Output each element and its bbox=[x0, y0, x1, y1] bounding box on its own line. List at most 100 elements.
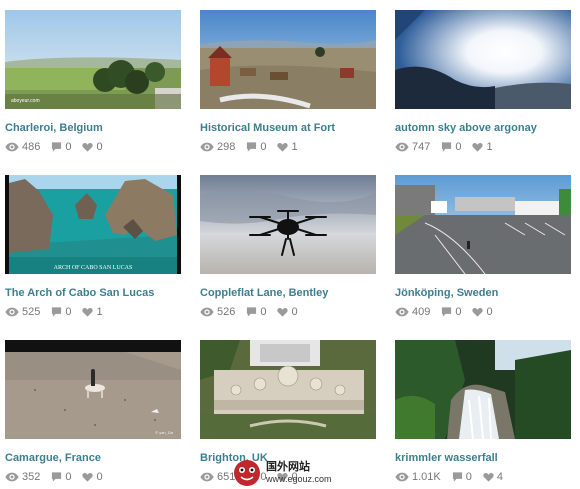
brighton-pavilion-image bbox=[200, 340, 376, 439]
comment-icon bbox=[51, 141, 62, 153]
views-stat: 486 bbox=[5, 141, 40, 153]
video-stats: 352 0 0 bbox=[5, 470, 181, 484]
likes-stat: 0 bbox=[472, 306, 493, 318]
video-thumbnail[interactable] bbox=[395, 340, 571, 439]
eye-icon bbox=[5, 471, 19, 483]
video-title[interactable]: Camargue, France bbox=[5, 451, 181, 465]
video-card: krimmler wasserfall 1.01K 0 4 bbox=[395, 340, 571, 484]
heart-icon bbox=[82, 306, 93, 318]
video-card: Jönköping, Sweden 409 0 0 bbox=[395, 175, 571, 319]
video-stats: 409 0 0 bbox=[395, 305, 571, 319]
likes-stat: 0 bbox=[82, 141, 103, 153]
heart-icon bbox=[483, 471, 494, 483]
cabo-arch-image: ARCH OF CABO SAN LUCAS bbox=[5, 175, 181, 274]
video-title[interactable]: automn sky above argonay bbox=[395, 121, 571, 135]
views-count: 1.01K bbox=[412, 471, 441, 483]
views-count: 747 bbox=[412, 141, 431, 153]
video-card: Historical Museum at Fort 298 0 1 bbox=[200, 10, 376, 154]
video-title[interactable]: Historical Museum at Fort bbox=[200, 121, 376, 135]
video-title[interactable]: The Arch of Cabo San Lucas bbox=[5, 286, 181, 300]
likes-count: 0 bbox=[96, 141, 103, 153]
thumbnail-overlay-text: ARCH OF CABO SAN LUCAS bbox=[54, 265, 133, 271]
likes-count: 0 bbox=[96, 471, 103, 483]
eye-icon bbox=[5, 306, 19, 318]
heart-icon bbox=[472, 141, 483, 153]
video-title[interactable]: Charleroi, Belgium bbox=[5, 121, 181, 135]
thumbnail-overlay-text: aboyeur.com bbox=[11, 98, 40, 104]
heart-icon bbox=[82, 141, 93, 153]
comments-count: 0 bbox=[465, 471, 472, 483]
video-card: © yan_Da Camargue, France 352 0 0 bbox=[5, 340, 181, 484]
video-thumbnail[interactable] bbox=[395, 10, 571, 109]
video-thumbnail[interactable] bbox=[200, 175, 376, 274]
comments-count: 0 bbox=[260, 141, 267, 153]
comments-count: 0 bbox=[455, 141, 462, 153]
views-stat: 409 bbox=[395, 306, 430, 318]
likes-stat: 1 bbox=[277, 141, 298, 153]
comment-icon bbox=[246, 306, 257, 318]
likes-stat: 1 bbox=[82, 306, 103, 318]
video-title[interactable]: Coppleflat Lane, Bentley bbox=[200, 286, 376, 300]
likes-stat: 4 bbox=[483, 471, 503, 483]
video-card: automn sky above argonay 747 0 1 bbox=[395, 10, 571, 154]
drone-image bbox=[200, 175, 376, 274]
video-stats: 1.01K 0 4 bbox=[395, 470, 571, 484]
video-card: aboyeur.com Charleroi, Belgium 486 0 0 bbox=[5, 10, 181, 154]
comments-count: 0 bbox=[455, 306, 462, 318]
views-stat: 352 bbox=[5, 471, 40, 483]
views-count: 486 bbox=[22, 141, 41, 153]
eye-icon bbox=[395, 306, 409, 318]
comment-icon bbox=[452, 471, 463, 483]
heart-icon bbox=[277, 306, 288, 318]
likes-count: 0 bbox=[486, 306, 493, 318]
video-thumbnail[interactable] bbox=[200, 10, 376, 109]
comments-stat: 0 bbox=[246, 306, 266, 318]
likes-count: 1 bbox=[96, 306, 103, 318]
views-stat: 747 bbox=[395, 141, 430, 153]
comments-stat: 0 bbox=[51, 306, 71, 318]
views-count: 526 bbox=[217, 306, 236, 318]
video-thumbnail[interactable]: aboyeur.com bbox=[5, 10, 181, 109]
eye-icon bbox=[395, 141, 409, 153]
views-stat: 525 bbox=[5, 306, 40, 318]
thumbnail-overlay-text: © yan_Da bbox=[155, 430, 174, 435]
sand-horse-image: © yan_Da bbox=[5, 340, 181, 439]
likes-count: 1 bbox=[291, 141, 298, 153]
video-thumbnail[interactable]: ARCH OF CABO SAN LUCAS bbox=[5, 175, 181, 274]
video-stats: 298 0 1 bbox=[200, 140, 376, 154]
comment-icon bbox=[51, 471, 62, 483]
eye-icon bbox=[200, 471, 214, 483]
sunny-sky-image bbox=[395, 10, 571, 109]
comments-stat: 0 bbox=[441, 306, 461, 318]
video-thumbnail[interactable] bbox=[395, 175, 571, 274]
video-card: ARCH OF CABO SAN LUCAS The Arch of Cabo … bbox=[5, 175, 181, 319]
video-grid: aboyeur.com Charleroi, Belgium 486 0 0 H… bbox=[0, 0, 580, 489]
comments-count: 0 bbox=[65, 141, 72, 153]
likes-stat: 0 bbox=[82, 471, 103, 483]
views-stat: 526 bbox=[200, 306, 235, 318]
watermark-logo-icon bbox=[234, 459, 260, 486]
comments-stat: 0 bbox=[51, 141, 71, 153]
video-title[interactable]: Jönköping, Sweden bbox=[395, 286, 571, 300]
video-title[interactable]: krimmler wasserfall bbox=[395, 451, 571, 465]
likes-count: 1 bbox=[486, 141, 493, 153]
video-stats: 486 0 0 bbox=[5, 140, 181, 154]
video-card: Coppleflat Lane, Bentley 526 0 0 bbox=[200, 175, 376, 319]
comments-stat: 0 bbox=[51, 471, 71, 483]
waterfall-image bbox=[395, 340, 571, 439]
video-thumbnail[interactable]: © yan_Da bbox=[5, 340, 181, 439]
views-count: 409 bbox=[412, 306, 431, 318]
views-stat: 298 bbox=[200, 141, 235, 153]
eye-icon bbox=[200, 306, 214, 318]
heart-icon bbox=[277, 141, 288, 153]
video-thumbnail[interactable] bbox=[200, 340, 376, 439]
watermark-text: 国外网站 www.egouz.com bbox=[266, 461, 332, 485]
views-stat: 1.01K bbox=[395, 471, 441, 483]
views-count: 525 bbox=[22, 306, 41, 318]
heart-icon bbox=[472, 306, 483, 318]
eye-icon bbox=[200, 141, 214, 153]
video-stats: 747 0 1 bbox=[395, 140, 571, 154]
comment-icon bbox=[51, 306, 62, 318]
watermark-url: www.egouz.com bbox=[266, 473, 332, 484]
aerial-landscape-image: aboyeur.com bbox=[5, 10, 181, 109]
